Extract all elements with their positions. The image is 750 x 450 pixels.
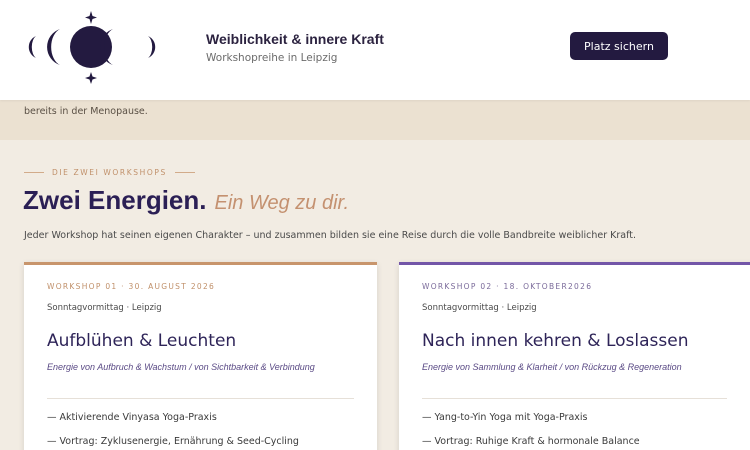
reserve-spot-button[interactable]: Platz sichern [570, 32, 668, 60]
workshop-card-2: WORKSHOP 02 · 18. OKTOBER2026 Sonntagvor… [399, 262, 750, 450]
section-description: Jeder Workshop hat seinen eigenen Charak… [24, 230, 637, 241]
workshop-label: WORKSHOP 01 · 30. AUGUST 2026 [47, 282, 216, 291]
workshop-item: — Vortrag: Ruhige Kraft & hormonale Bala… [422, 436, 640, 447]
workshop-card-1: WORKSHOP 01 · 30. AUGUST 2026 Sonntagvor… [24, 262, 377, 450]
heading-accent: Ein Weg zu dir. [214, 192, 350, 214]
workshop-item: — Vortrag: Zyklusenergie, Ernährung & Se… [47, 436, 299, 447]
workshop-label: WORKSHOP 02 · 18. OKTOBER2026 [422, 282, 593, 291]
workshop-title: Aufblühen & Leuchten [47, 331, 237, 351]
workshop-title: Nach innen kehren & Loslassen [422, 331, 689, 351]
workshop-item: — Yang-to-Yin Yoga mit Yoga-Praxis [422, 412, 588, 423]
section-heading: Zwei Energien. Ein Weg zu dir. [23, 185, 349, 216]
intro-text: bereits in der Menopause. [24, 106, 148, 117]
site-header: Weiblichkeit & innere Kraft Workshopreih… [0, 0, 750, 100]
card-divider [422, 398, 727, 399]
brand-title: Weiblichkeit & innere Kraft [206, 31, 384, 47]
workshop-meta: Sonntagvormittag · Leipzig [47, 303, 162, 313]
eyebrow-line-right [174, 172, 195, 173]
heading-main: Zwei Energien. [23, 185, 207, 215]
brand-subtitle: Workshopreihe in Leipzig [206, 52, 338, 64]
moon-phases-icon[interactable] [22, 8, 162, 88]
card-divider [47, 398, 354, 399]
workshop-meta: Sonntagvormittag · Leipzig [422, 303, 537, 313]
workshop-tagline: Energie von Sammlung & Klarheit / von Rü… [422, 362, 682, 372]
workshop-tagline: Energie von Aufbruch & Wachstum / von Si… [47, 362, 315, 372]
eyebrow-text: DIE ZWEI WORKSHOPS [52, 168, 167, 177]
workshop-item: — Aktivierende Vinyasa Yoga-Praxis [47, 412, 217, 423]
section-eyebrow: DIE ZWEI WORKSHOPS [24, 168, 195, 177]
eyebrow-line-left [24, 172, 44, 173]
